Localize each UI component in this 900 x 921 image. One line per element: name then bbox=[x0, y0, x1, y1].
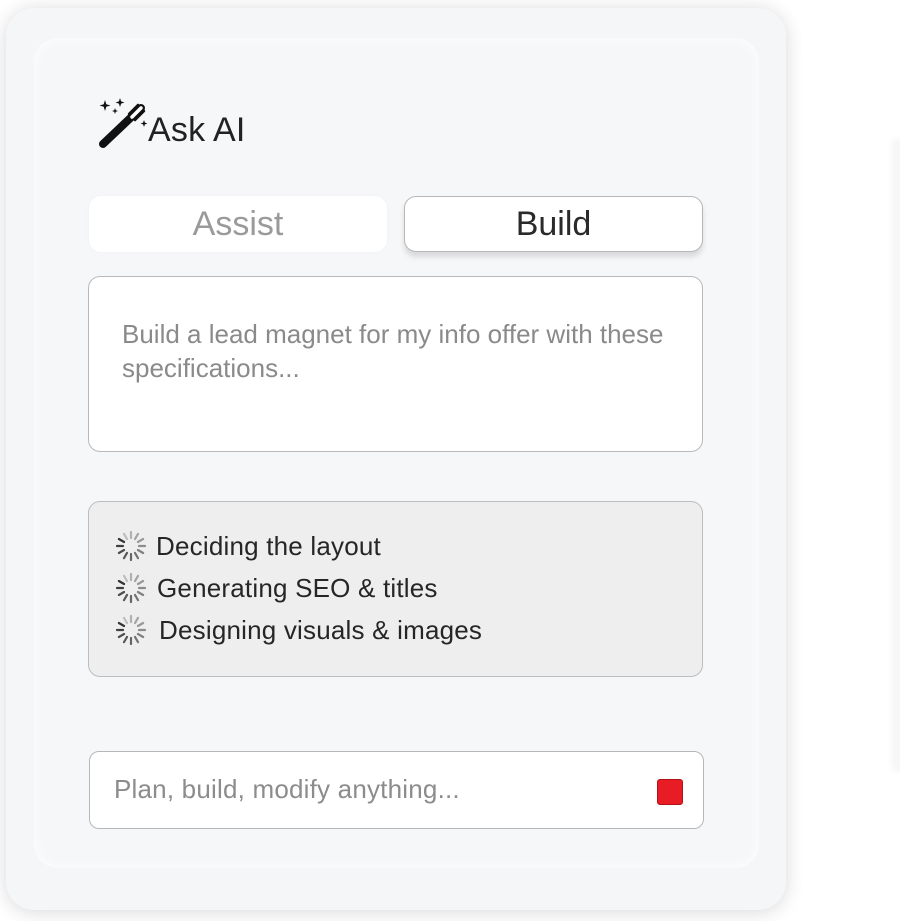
ask-ai-card-inner bbox=[34, 38, 759, 868]
spinner-dash bbox=[136, 590, 145, 597]
stop-button[interactable] bbox=[657, 779, 683, 805]
tab-assist[interactable]: Assist bbox=[89, 196, 387, 252]
step-label: Generating SEO & titles bbox=[157, 572, 438, 603]
step-label: Designing visuals & images bbox=[159, 614, 483, 645]
spinner-dash bbox=[122, 593, 129, 602]
chat-input-placeholder: Plan, build, modify anything... bbox=[114, 774, 460, 804]
progress-panel: Deciding the layout Generating SEO & tit… bbox=[88, 501, 703, 677]
loading-spinner-icon bbox=[115, 614, 147, 646]
spinner-dash bbox=[133, 635, 140, 644]
spinner-dash bbox=[136, 621, 145, 628]
spinner-dash bbox=[117, 548, 126, 555]
step-label: Deciding the layout bbox=[156, 530, 381, 561]
spinner-dash bbox=[117, 579, 126, 586]
spinner-dash bbox=[117, 621, 126, 628]
spinner-dash bbox=[133, 616, 140, 625]
prompt-textarea[interactable]: Build a lead magnet for my info offer wi… bbox=[88, 276, 703, 452]
spinner-dash bbox=[133, 551, 140, 560]
spinner-dash bbox=[122, 551, 129, 560]
spinner-dash bbox=[133, 574, 140, 583]
app-canvas: Ask AI Assist Build Build a lead magnet … bbox=[0, 0, 900, 921]
loading-spinner-icon bbox=[115, 572, 147, 604]
spinner-dash bbox=[117, 590, 126, 597]
spinner-dash bbox=[122, 635, 129, 644]
loading-spinner-icon bbox=[115, 530, 147, 562]
spinner-dash bbox=[133, 532, 140, 541]
spinner-dash bbox=[133, 593, 140, 602]
spinner-dash bbox=[117, 632, 126, 639]
progress-step: Designing visuals & images bbox=[115, 610, 482, 650]
spinner-dash bbox=[136, 632, 145, 639]
progress-step: Generating SEO & titles bbox=[115, 568, 438, 608]
magic-wand-icon bbox=[99, 98, 148, 148]
tab-build[interactable]: Build bbox=[404, 196, 703, 252]
header-title: Ask AI bbox=[148, 111, 246, 149]
chat-input[interactable]: Plan, build, modify anything... bbox=[89, 751, 704, 829]
prompt-text: Build a lead magnet for my info offer wi… bbox=[122, 319, 664, 383]
spinner-dash bbox=[117, 537, 126, 544]
spinner-dash bbox=[122, 532, 129, 541]
ask-ai-header: Ask AI bbox=[96, 96, 246, 152]
background-panel bbox=[895, 140, 900, 770]
spinner-dash bbox=[136, 537, 145, 544]
spinner-dash bbox=[136, 579, 145, 586]
spinner-dash bbox=[122, 574, 129, 583]
spinner-dash bbox=[136, 548, 145, 555]
spinner-dash bbox=[122, 616, 129, 625]
progress-step: Deciding the layout bbox=[115, 526, 381, 566]
